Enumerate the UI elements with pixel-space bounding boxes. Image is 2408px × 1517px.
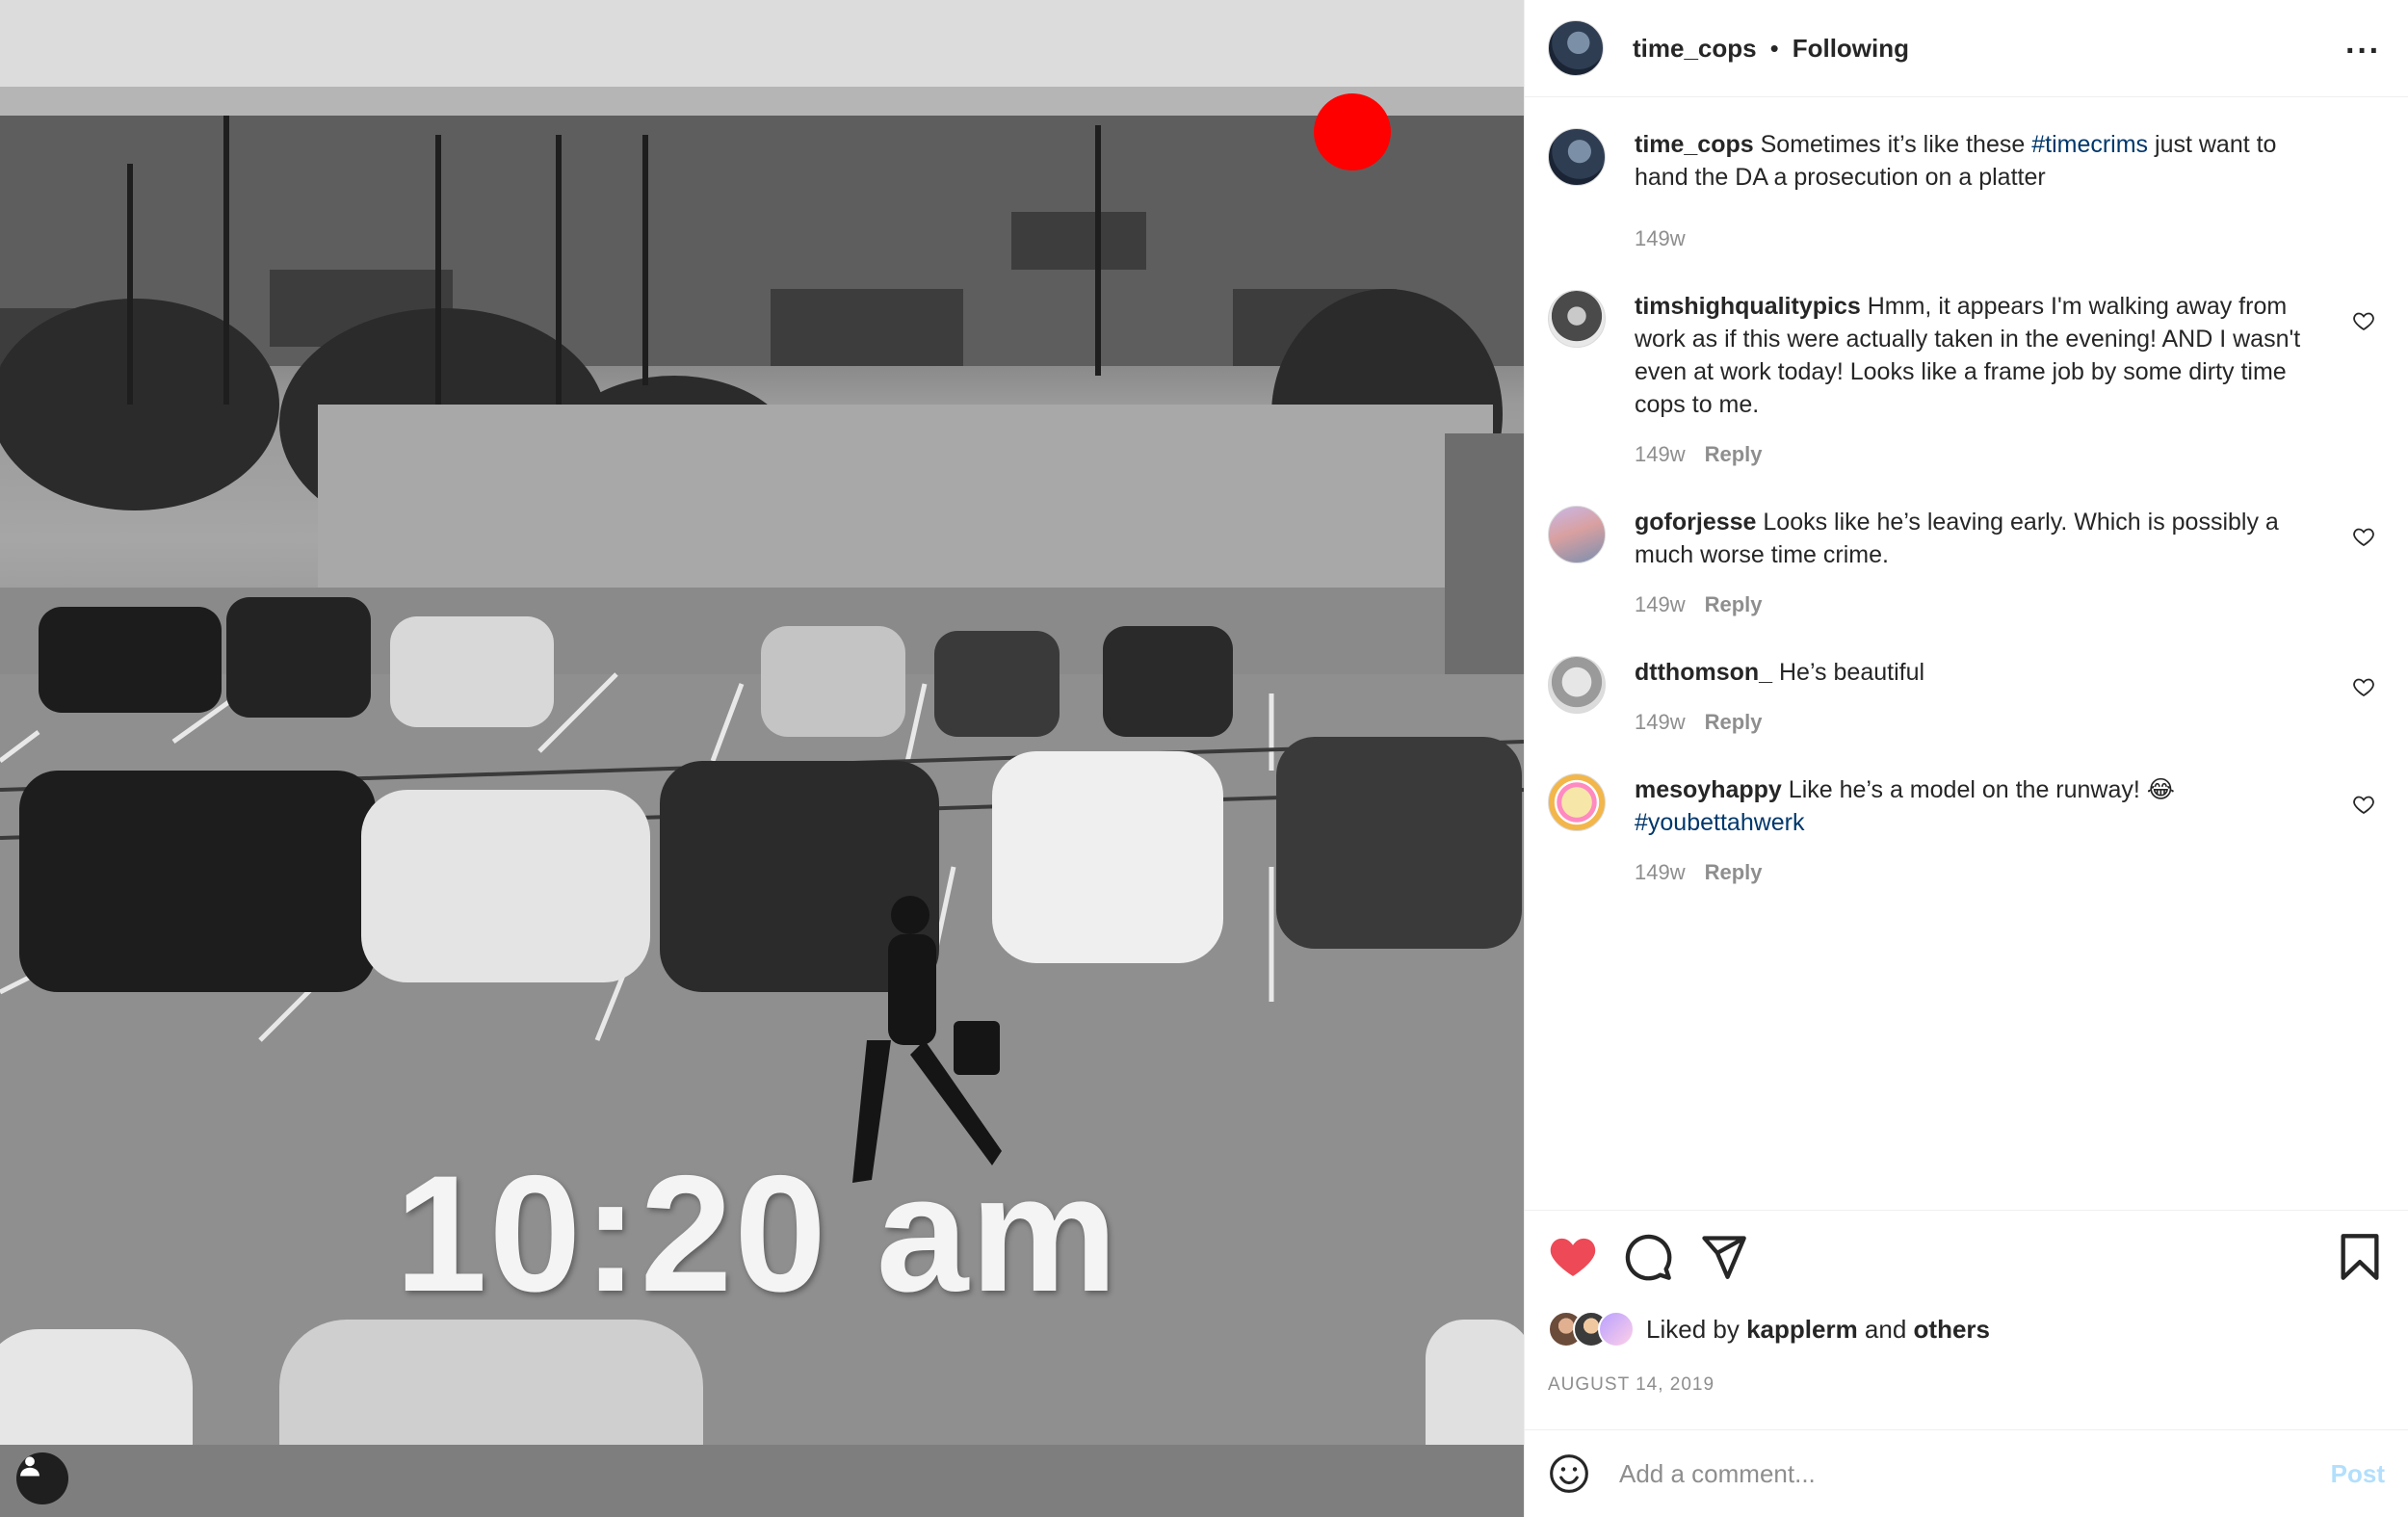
like-comment-icon[interactable] [2352,525,2375,548]
bookmark-icon[interactable] [2335,1232,2385,1282]
post-comment-button[interactable]: Post [2331,1459,2385,1489]
red-recording-dot [1314,93,1391,170]
caption-age[interactable]: 149w [1635,226,1686,250]
caption-hashtag[interactable]: #timecrims [2031,131,2148,158]
author-username[interactable]: time_cops [1633,34,1757,64]
reply-button[interactable]: Reply [1705,710,1763,734]
following-button[interactable]: Following [1793,34,1909,64]
liked-by-user[interactable]: kapplerm [1746,1315,1858,1345]
comment-meta: 149w Reply [1635,438,2327,471]
comment-username[interactable]: mesoyhappy [1635,776,1782,803]
comment-meta: 149w Reply [1635,856,2175,889]
caption-meta: 149w [1635,222,2327,255]
liker-avatar [1598,1311,1635,1347]
time-overlay-text: 10:20 am [395,1141,1120,1326]
like-comment-icon[interactable] [2352,675,2375,698]
post-header: time_cops • Following ··· [1525,0,2408,97]
like-comment-icon[interactable] [2352,309,2375,332]
post-actions: Liked by kapplerm and others AUGUST 14, … [1525,1210,2408,1429]
comment-avatar[interactable] [1548,773,1606,831]
comment-age[interactable]: 149w [1635,860,1686,884]
share-icon[interactable] [1698,1232,1748,1282]
post-date[interactable]: AUGUST 14, 2019 [1548,1374,1714,1396]
comment-username[interactable]: goforjesse [1635,509,1756,536]
reply-button[interactable]: Reply [1705,442,1763,466]
comment-item: mesoyhappy Like he’s a model on the runw… [1548,773,2385,889]
heart-filled-icon[interactable] [1548,1232,1598,1282]
comment-avatar[interactable] [1548,290,1606,348]
post-viewer: 10:20 am time_cops • Following ··· time_… [0,0,2408,1517]
liked-by-and: and [1864,1314,1907,1344]
comment-text: He’s beautiful [1779,659,1925,686]
comment-username[interactable]: timshighqualitypics [1635,293,1861,320]
post-photo[interactable]: 10:20 am [0,0,1524,1517]
comment-item: timshighqualitypics Hmm, it appears I'm … [1548,290,2385,471]
user-icon [20,1456,39,1477]
comment-item: goforjesse Looks like he’s leaving early… [1548,506,2385,621]
caption-text-start: Sometimes it’s like these [1760,131,2032,158]
comment-username[interactable]: dtthomson_ [1635,659,1772,686]
post-side-panel: time_cops • Following ··· time_cops Some… [1524,0,2408,1517]
comment-age[interactable]: 149w [1635,710,1686,734]
tagged-users-button[interactable] [16,1452,68,1504]
comments-list[interactable]: time_cops Sometimes it’s like these #tim… [1525,97,2408,1210]
reply-button[interactable]: Reply [1705,860,1763,884]
comment-meta: 149w Reply [1635,588,2327,621]
comment-age[interactable]: 149w [1635,442,1686,466]
comment-avatar[interactable] [1548,506,1606,563]
liked-by-others[interactable]: others [1914,1315,1990,1345]
header-separator: • [1769,33,1779,63]
caption: time_cops Sometimes it’s like these #tim… [1548,128,2385,255]
comment-text: Like he’s a model on the runway! 😂 [1788,776,2175,803]
comment-meta: 149w Reply [1635,706,1924,739]
liked-by-prefix: Liked by [1646,1314,1740,1344]
comment-hashtag[interactable]: #youbettahwerk [1635,809,1805,836]
comment-avatar[interactable] [1548,656,1606,714]
comment-item: dtthomson_ He’s beautiful 149w Reply [1548,656,2385,739]
author-avatar[interactable] [1548,20,1604,76]
comment-age[interactable]: 149w [1635,592,1686,616]
reply-button[interactable]: Reply [1705,592,1763,616]
caption-avatar[interactable] [1548,128,1606,186]
add-comment-bar: Post [1525,1429,2408,1517]
comment-input[interactable] [1619,1458,2331,1489]
liked-by-row[interactable]: Liked by kapplerm and others [1548,1311,1990,1347]
caption-username[interactable]: time_cops [1635,131,1754,158]
liked-by-avatars [1548,1311,1635,1347]
like-comment-icon[interactable] [2352,793,2375,816]
comment-icon[interactable] [1623,1232,1673,1282]
more-horizontal-icon[interactable]: ··· [2345,33,2381,70]
emoji-icon[interactable] [1548,1452,1590,1495]
